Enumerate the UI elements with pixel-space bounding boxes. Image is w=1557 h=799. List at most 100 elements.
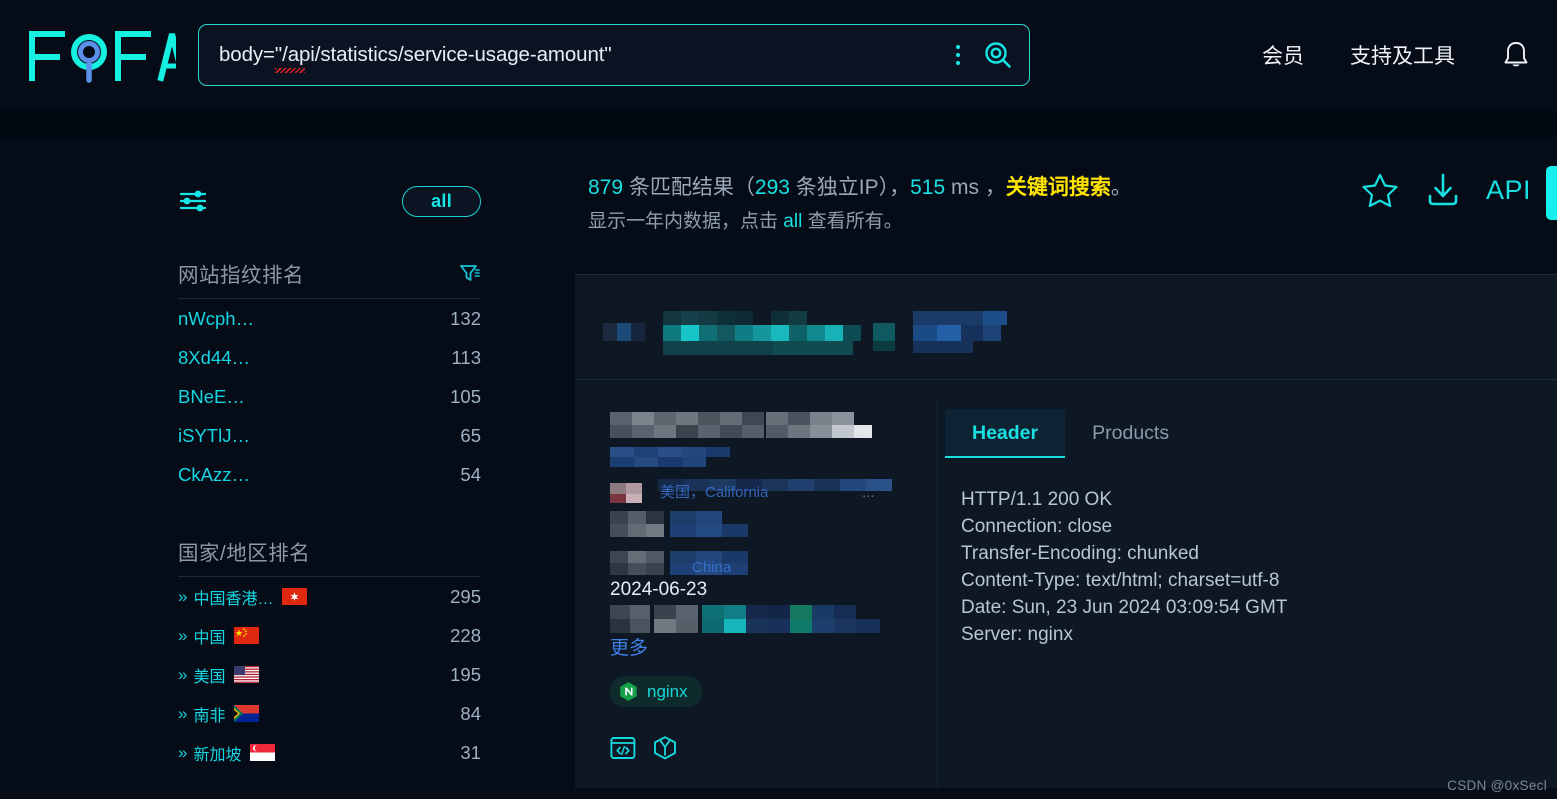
section-header: 网站指纹排名 <box>178 258 481 299</box>
censored-meta-row <box>575 293 1557 379</box>
list-item[interactable]: » 南非 84 <box>178 694 481 733</box>
sidebar-toolbar: all <box>178 184 575 218</box>
list-item[interactable]: » 新加坡 31 <box>178 733 481 772</box>
expand-chevron-icon[interactable]: » <box>178 704 188 724</box>
search-submit-button[interactable] <box>981 38 1015 72</box>
redacted-block <box>603 311 1007 355</box>
result-card-body: ... 美国，California ... China 2024-06-23 更… <box>575 398 1557 788</box>
fofa-logo[interactable] <box>26 25 176 85</box>
result-list: ... 美国，California ... China 2024-06-23 更… <box>575 274 1557 788</box>
flag-za-icon <box>234 705 260 722</box>
list-item[interactable]: 8Xd44… 113 <box>178 338 481 377</box>
search-options-icon[interactable] <box>947 42 969 68</box>
fingerprint-rank-list: nWcph… 132 8Xd44… 113 BNeE… 105 iSYTlJ… … <box>178 299 481 494</box>
header-nav: 会员 支持及工具 <box>1262 0 1531 110</box>
country-label[interactable]: 中国香港… <box>193 585 273 609</box>
expand-chevron-icon[interactable]: » <box>178 626 188 646</box>
result-panel: Header Products HTTP/1.1 200 OK Connecti… <box>937 398 1557 788</box>
country-count: 295 <box>450 585 481 607</box>
svg-text:...: ... <box>858 427 867 438</box>
list-item[interactable]: » 中国 228 <box>178 616 481 655</box>
country-label[interactable]: 美国 <box>193 663 225 687</box>
spellcheck-underline <box>275 68 305 73</box>
country-rank-list: » 中国香港… 295 » 中国 228 » 美国 195 » 南非 84 » … <box>178 577 481 772</box>
main-content: 879 条匹配结果（293 条独立IP），515 ms ，关键词搜索。 显示一年… <box>575 142 1557 799</box>
period-suffix: 查看所有。 <box>802 211 903 232</box>
list-item[interactable]: CkAzz… 54 <box>178 455 481 494</box>
rank-count: 113 <box>451 346 482 368</box>
result-card: ... 美国，California ... China 2024-06-23 更… <box>575 379 1557 788</box>
header-divider <box>0 110 1557 142</box>
rank-count: 65 <box>460 424 481 446</box>
result-date: 2024-06-23 <box>610 579 708 600</box>
country-label[interactable]: 新加坡 <box>193 741 241 765</box>
search-bar[interactable]: body="/api/statistics/service-usage-amou… <box>198 24 1030 86</box>
match-suffix: 条匹配结果（ <box>623 176 755 199</box>
funnel-filter-icon[interactable] <box>459 263 481 283</box>
view-source-code-icon[interactable] <box>610 735 636 761</box>
download-icon[interactable] <box>1424 170 1462 210</box>
side-panel-handle[interactable] <box>1546 166 1557 220</box>
summary-line-period: 显示一年内数据，点击 all 查看所有。 <box>588 206 1557 238</box>
result-details: ... 美国，California ... China 2024-06-23 更… <box>575 398 937 788</box>
rank-label[interactable]: CkAzz… <box>178 464 250 486</box>
country-label[interactable]: 南非 <box>193 702 225 726</box>
list-item[interactable]: iSYTlJ… 65 <box>178 416 481 455</box>
sidebar: all 网站指纹排名 nWcph… 132 8Xd44… 113 BNeE… 1… <box>0 142 575 799</box>
notification-bell-icon[interactable] <box>1501 39 1531 71</box>
redacted-location-line: 美国，California ... <box>610 479 892 503</box>
nav-member[interactable]: 会员 <box>1262 40 1304 70</box>
http-header-content: HTTP/1.1 200 OK Connection: close Transf… <box>961 489 1288 645</box>
api-button[interactable]: API <box>1486 175 1531 206</box>
all-link[interactable]: all <box>783 211 802 232</box>
flag-us-icon <box>234 666 260 683</box>
page-body: all 网站指纹排名 nWcph… 132 8Xd44… 113 BNeE… 1… <box>0 142 1557 799</box>
sliders-icon[interactable] <box>178 188 208 214</box>
all-filter-button[interactable]: all <box>402 185 481 217</box>
svg-text:China: China <box>692 559 732 575</box>
country-count: 84 <box>460 702 481 724</box>
search-type-badge: 关键词搜索 <box>1005 176 1111 199</box>
match-count: 879 <box>588 176 624 199</box>
nav-support-tools[interactable]: 支持及工具 <box>1350 40 1455 70</box>
product-tag-label: nginx <box>647 681 688 701</box>
expand-chevron-icon[interactable]: » <box>178 587 188 607</box>
country-count: 228 <box>450 624 481 646</box>
result-card-meta <box>575 274 1557 379</box>
section-fingerprint-ranking: 网站指纹排名 nWcph… 132 8Xd44… 113 BNeE… 105 i… <box>178 258 575 494</box>
redacted-link-line <box>610 447 730 467</box>
country-count: 195 <box>450 663 481 685</box>
product-tag-nginx[interactable]: nginx <box>610 676 702 707</box>
unique-ip-count: 293 <box>754 176 790 199</box>
more-link[interactable]: 更多 <box>610 633 937 660</box>
expand-chevron-icon[interactable]: » <box>178 743 188 763</box>
app-header: body="/api/statistics/service-usage-amou… <box>0 0 1557 110</box>
section-header: 国家/地区排名 <box>178 536 481 577</box>
rank-count: 54 <box>460 463 481 485</box>
expand-chevron-icon[interactable]: » <box>178 665 188 685</box>
rank-label[interactable]: nWcph… <box>178 308 254 330</box>
cube-3d-icon[interactable] <box>652 735 678 761</box>
result-footer-icons <box>610 735 937 761</box>
list-item[interactable]: » 中国香港… 295 <box>178 577 481 616</box>
rank-label[interactable]: BNeE… <box>178 386 245 408</box>
list-item[interactable]: nWcph… 132 <box>178 299 481 338</box>
svg-text:...: ... <box>862 484 875 501</box>
list-item[interactable]: » 美国 195 <box>178 655 481 694</box>
period-prefix: 显示一年内数据，点击 <box>588 211 784 232</box>
list-item[interactable]: BNeE… 105 <box>178 377 481 416</box>
latency-unit: ms ， <box>945 176 1006 199</box>
search-input[interactable]: body="/api/statistics/service-usage-amou… <box>219 43 947 73</box>
rank-label[interactable]: 8Xd44… <box>178 347 250 369</box>
star-favorite-icon[interactable] <box>1360 170 1400 210</box>
section-title: 国家/地区排名 <box>178 542 311 565</box>
redacted-tags-line <box>610 605 880 633</box>
nginx-hexagon-logo <box>618 681 639 702</box>
tab-products[interactable]: Products <box>1065 409 1196 458</box>
rank-count: 132 <box>450 307 481 329</box>
country-label[interactable]: 中国 <box>193 624 225 648</box>
watermark: CSDN @0xSecl <box>1447 778 1547 793</box>
flag-sg-icon <box>250 744 276 761</box>
tab-header[interactable]: Header <box>945 409 1066 458</box>
rank-label[interactable]: iSYTlJ… <box>178 425 250 447</box>
